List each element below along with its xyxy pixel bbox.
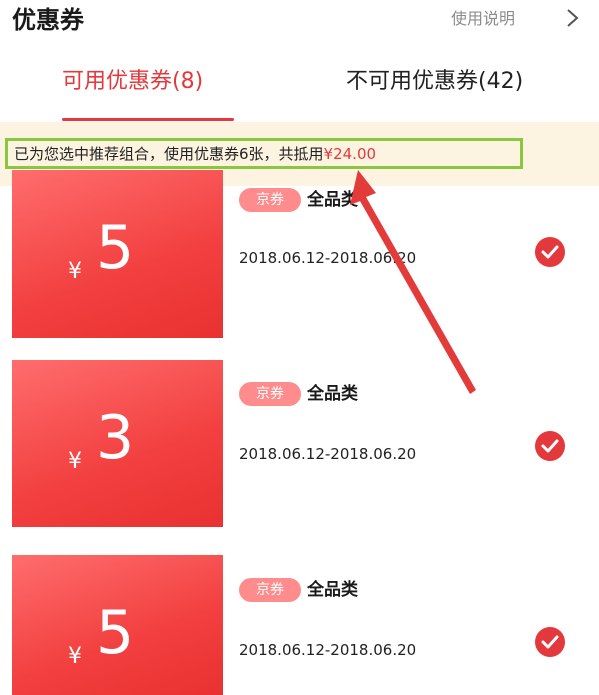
coupon-details: 京券 全品类 2018.06.12-2018.06.20 bbox=[223, 360, 572, 527]
tab-bar: 可用优惠券(8) 不可用优惠券(42) bbox=[0, 52, 599, 122]
check-icon[interactable] bbox=[534, 236, 566, 268]
coupon-type-badge: 京券 bbox=[239, 382, 301, 406]
notice-amount: ¥24.00 bbox=[323, 145, 377, 163]
coupon-validity: 2018.06.12-2018.06.20 bbox=[239, 445, 417, 463]
coupon-amount: 5 bbox=[96, 213, 135, 283]
header: 优惠券 使用说明 bbox=[0, 0, 599, 48]
notice-highlight-box: 已为您选中推荐组合，使用优惠券6张，共抵用¥24.00 bbox=[5, 138, 523, 169]
coupon-amount: 3 bbox=[96, 403, 135, 473]
coupon-type-badge: 京券 bbox=[239, 578, 301, 602]
coupon-scope: 全品类 bbox=[307, 580, 358, 600]
coupon-card[interactable]: ¥ 3 京券 全品类 2018.06.12-2018.06.20 bbox=[0, 360, 599, 532]
active-tab-indicator bbox=[62, 118, 234, 121]
coupon-currency: ¥ bbox=[68, 259, 82, 284]
coupon-currency: ¥ bbox=[68, 449, 82, 474]
coupon-value-panel: ¥ 5 bbox=[12, 555, 223, 695]
coupon-card[interactable]: ¥ 5 京券 全品类 2018.06.12-2018.06.20 bbox=[0, 555, 599, 695]
close-icon[interactable] bbox=[565, 6, 585, 30]
coupon-amount: 5 bbox=[96, 598, 135, 668]
coupon-value-panel: ¥ 3 bbox=[12, 360, 223, 527]
coupon-details: 京券 全品类 2018.06.12-2018.06.20 bbox=[223, 186, 572, 340]
coupon-value-panel: ¥ 5 bbox=[12, 170, 223, 338]
tab-unavailable-coupons[interactable]: 不可用优惠券(42) bbox=[346, 64, 523, 100]
coupon-card[interactable]: ¥ 5 京券 全品类 2018.06.12-2018.06.20 bbox=[0, 170, 599, 340]
check-icon[interactable] bbox=[534, 430, 566, 462]
coupon-validity: 2018.06.12-2018.06.20 bbox=[239, 641, 417, 659]
coupon-details: 京券 全品类 2018.06.12-2018.06.20 bbox=[223, 555, 572, 695]
check-icon[interactable] bbox=[534, 626, 566, 658]
help-link[interactable]: 使用说明 bbox=[451, 8, 515, 30]
coupon-scope: 全品类 bbox=[307, 384, 358, 404]
page-title: 优惠券 bbox=[12, 6, 84, 34]
coupon-scope: 全品类 bbox=[307, 190, 358, 210]
coupon-type-badge: 京券 bbox=[239, 188, 301, 212]
notice-text: 已为您选中推荐组合，使用优惠券6张，共抵用¥24.00 bbox=[14, 144, 376, 164]
notice-message: 已为您选中推荐组合，使用优惠券6张，共抵用 bbox=[14, 145, 324, 163]
coupon-validity: 2018.06.12-2018.06.20 bbox=[239, 249, 417, 267]
coupon-currency: ¥ bbox=[68, 644, 82, 669]
tab-available-coupons[interactable]: 可用优惠券(8) bbox=[62, 64, 203, 100]
